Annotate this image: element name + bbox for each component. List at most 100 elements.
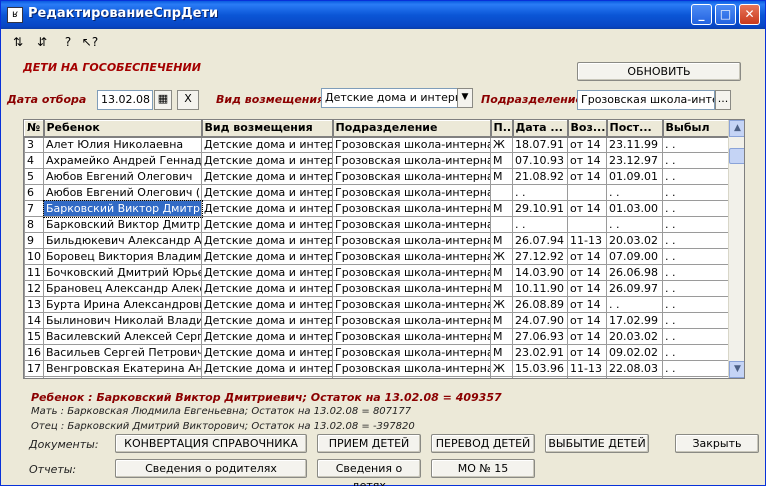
col-division-header[interactable]: Подразделение [332, 120, 492, 138]
col-compensation-type-cell[interactable]: Детские дома и интерна [201, 280, 333, 297]
col-admission-date-cell[interactable]: . . [606, 184, 663, 201]
col-division-cell[interactable]: Грозовская школа-интернат [332, 216, 491, 233]
col-departed-cell[interactable]: . . [662, 168, 729, 185]
col-birth-date-cell[interactable]: 24.07.90 [512, 312, 568, 329]
col-age-group-cell[interactable]: от 14 [567, 168, 607, 185]
col-admission-date-cell[interactable]: 07.09.00 [606, 248, 663, 265]
col-age-group-cell[interactable]: 11-13 [567, 232, 607, 249]
col-division-cell[interactable]: Грозовская школа-интернат [332, 136, 491, 153]
col-number-cell[interactable]: 17 [24, 360, 44, 377]
col-birth-date-cell[interactable]: 15.03.96 [512, 360, 568, 377]
chevron-down-icon[interactable]: ▼ [457, 88, 473, 108]
col-sex-cell[interactable]: М [490, 376, 513, 378]
col-birth-date-cell[interactable]: 14.03.90 [512, 264, 568, 281]
col-birth-date-cell[interactable]: . . [512, 216, 568, 233]
col-departed-header[interactable]: Выбыл [662, 120, 730, 138]
col-compensation-type-cell[interactable]: Детские дома и интерна [201, 136, 333, 153]
table-row[interactable]: 8Барковский Виктор ДмитриевичДетские дом… [24, 216, 729, 233]
col-birth-date-cell[interactable]: 15.05.91 [512, 376, 568, 378]
table-row[interactable]: 4Ахрамейко Андрей ГеннадьевичДетские дом… [24, 152, 729, 169]
col-child-cell[interactable]: Боровец Виктория Владимировна [43, 248, 202, 265]
col-number-cell[interactable]: 11 [24, 264, 44, 281]
col-division-cell[interactable]: Грозовская школа-интернат [332, 264, 491, 281]
col-age-group-cell[interactable]: от 14 [567, 376, 607, 378]
col-sex-cell[interactable]: Ж [490, 360, 513, 377]
col-birth-date-cell[interactable]: 10.11.90 [512, 280, 568, 297]
col-child-cell[interactable]: Бурта Ирина Александровна [43, 296, 202, 313]
col-division-cell[interactable]: Грозовская школа-интернат [332, 248, 491, 265]
col-admission-date-cell[interactable]: 20.03.02 [606, 328, 663, 345]
col-admission-date-cell[interactable]: . . [606, 216, 663, 233]
transfer-button[interactable]: ПЕРЕВОД ДЕТЕЙ [431, 434, 535, 453]
col-child-cell[interactable]: Бочковский Дмитрий Юрьевич [43, 264, 202, 281]
convert-directory-button[interactable]: КОНВЕРТАЦИЯ СПРАВОЧНИКА [115, 434, 307, 453]
col-age-group-cell[interactable]: от 14 [567, 344, 607, 361]
table-row[interactable]: 16 Васильев Сергей Петрович Детские дома и… [24, 344, 729, 361]
col-number-header[interactable]: № [24, 120, 45, 138]
col-admission-date-cell[interactable]: 22.08.03 [606, 360, 663, 377]
title-bar[interactable]: ʁ РедактированиеСпрДети _ □ ✕ [1, 1, 765, 29]
division-browse-button[interactable]: ... [715, 90, 731, 110]
col-admission-date-cell[interactable]: 17.02.99 [606, 312, 663, 329]
col-compensation-type-cell[interactable]: Детские дома и интерна [201, 184, 333, 201]
col-age-group-cell[interactable]: от 14 [567, 248, 607, 265]
table-row[interactable]: 12Брановец Александр АлександровичДетски… [24, 280, 729, 297]
col-division-cell[interactable]: Грозовская школа-интернат [332, 296, 491, 313]
col-departed-cell[interactable]: . . [662, 344, 729, 361]
col-division-cell[interactable]: Грозовская школа-интернат [332, 280, 491, 297]
col-division-cell[interactable]: Грозовская школа-интернат [332, 360, 491, 377]
col-admission-date-cell[interactable]: 26.06.98 [606, 264, 663, 281]
close-button[interactable]: Закрыть [675, 434, 759, 453]
col-compensation-type-cell[interactable]: Детские дома и интерна [201, 216, 333, 233]
col-child-cell[interactable]: Аюбов Евгений Олегович [43, 168, 202, 185]
col-departed-cell[interactable]: . . [662, 328, 729, 345]
col-departed-cell[interactable]: . . [662, 248, 729, 265]
col-departed-cell[interactable]: . . [662, 376, 729, 378]
table-row[interactable]: 13 Бурта Ирина Александровна Детские дома … [24, 296, 729, 313]
col-number-cell[interactable]: 13 [24, 296, 44, 313]
col-birth-date-cell[interactable]: 26.07.94 [512, 232, 568, 249]
col-admission-date-cell[interactable]: 01.03.00 [606, 200, 663, 217]
col-birth-date-cell[interactable]: 26.08.89 [512, 296, 568, 313]
col-child-cell[interactable]: Воробьев Василий Владимирович [43, 376, 202, 378]
col-admission-date-cell[interactable]: 26.09.97 [606, 280, 663, 297]
col-child-header[interactable]: Ребенок [43, 120, 203, 138]
col-admission-date-header[interactable]: Пост... [606, 120, 664, 138]
col-division-cell[interactable]: Грозовская школа-интернат [332, 200, 491, 217]
col-admission-date-cell[interactable]: . . [606, 296, 663, 313]
col-admission-date-cell[interactable]: 23.12.97 [606, 152, 663, 169]
col-age-group-cell[interactable]: от 14 [567, 152, 607, 169]
col-child-cell[interactable]: Барковский Виктор Дмитриевич [43, 216, 202, 233]
col-sex-cell[interactable]: М [490, 264, 513, 281]
col-compensation-type-cell[interactable]: Детские дома и интерна [201, 312, 333, 329]
col-number-cell[interactable]: 10 [24, 248, 44, 265]
col-sex-cell[interactable]: М [490, 232, 513, 249]
parents-report-button[interactable]: Сведения о родителях [115, 459, 307, 478]
col-number-cell[interactable]: 4 [24, 152, 44, 169]
col-child-cell[interactable]: Ахрамейко Андрей Геннадьевич [43, 152, 202, 169]
table-row[interactable]: 5 Аюбов Евгений Олегович Детские дома и ин… [24, 168, 729, 185]
col-age-group-cell[interactable]: 11-13 [567, 360, 607, 377]
col-division-cell[interactable]: Грозовская школа-интернат [332, 376, 491, 378]
col-departed-cell[interactable]: . . [662, 216, 729, 233]
table-row[interactable]: 14Былинович Николай ВладимировичДетские … [24, 312, 729, 329]
col-number-cell[interactable]: 3 [24, 136, 44, 153]
calendar-icon[interactable]: ▦ [154, 90, 172, 110]
col-child-cell[interactable]: Алет Юлия Николаевна [43, 136, 202, 153]
col-compensation-type-cell[interactable]: Детские дома и интерна [201, 264, 333, 281]
col-age-group-cell[interactable] [567, 184, 607, 201]
col-departed-cell[interactable]: . . [662, 232, 729, 249]
col-child-cell[interactable]: Бильдюкевич Александр Алексеевич [43, 232, 202, 249]
division-field[interactable]: Грозовская школа-интерн [577, 90, 715, 110]
col-child-cell[interactable]: Брановец Александр Александрович [43, 280, 202, 297]
col-compensation-type-cell[interactable]: Детские дома и интерна [201, 376, 333, 378]
col-admission-date-cell[interactable]: 20.03.02 [606, 232, 663, 249]
children-grid[interactable]: № Ребенок Вид возмещения Подразделение П.. Да… [23, 119, 745, 379]
col-birth-date-cell[interactable]: 27.12.92 [512, 248, 568, 265]
col-division-cell[interactable]: Грозовская школа-интернат [332, 184, 491, 201]
col-age-group-cell[interactable]: от 14 [567, 280, 607, 297]
col-number-cell[interactable]: 15 [24, 328, 44, 345]
vertical-scrollbar[interactable]: ▲ ▼ [728, 120, 744, 378]
col-number-cell[interactable]: 9 [24, 232, 44, 249]
col-sex-cell[interactable]: М [490, 152, 513, 169]
